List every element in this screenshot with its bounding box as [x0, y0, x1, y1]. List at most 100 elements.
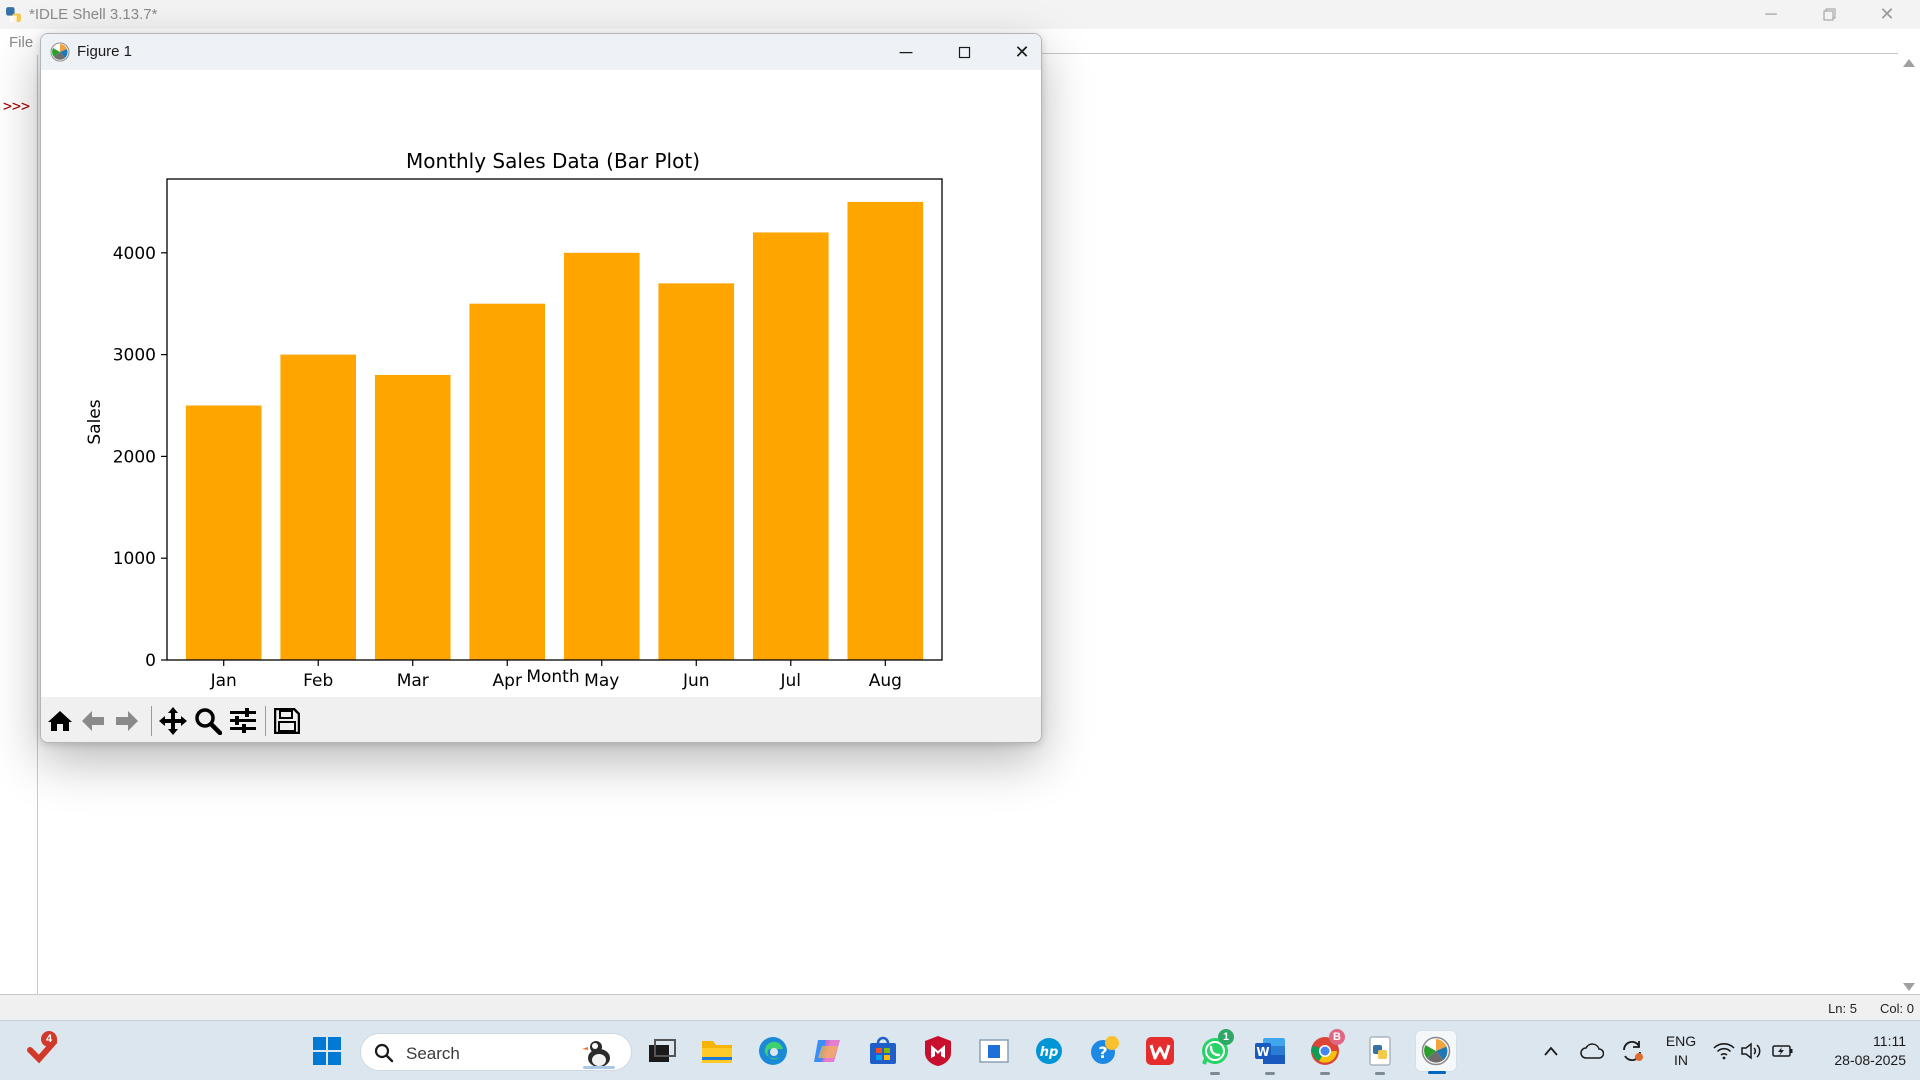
- pan-icon: [159, 707, 187, 735]
- x-tick-label: Aug: [869, 671, 902, 691]
- chrome-button[interactable]: B: [1307, 1029, 1345, 1075]
- configure-subplots-icon: [230, 708, 256, 733]
- idle-window-title: *IDLE Shell 3.13.7*: [29, 6, 158, 23]
- minimize-button[interactable]: ─: [1742, 0, 1800, 29]
- chevron-up-icon: [1544, 1046, 1558, 1056]
- sync-icon: [1623, 1040, 1643, 1062]
- volume-icon: [1741, 1042, 1761, 1060]
- chart-title: Monthly Sales Data (Bar Plot): [406, 149, 700, 173]
- clock-date: 28-08-2025: [1834, 1052, 1906, 1068]
- word-button[interactable]: W: [1252, 1033, 1288, 1075]
- figure-maximize-button[interactable]: [935, 34, 993, 70]
- menu-file[interactable]: File: [9, 34, 33, 51]
- clock[interactable]: 11:11 28-08-2025: [1810, 1031, 1906, 1071]
- bar-chart: Monthly Sales Data (Bar Plot) 0 1000 2000 3…: [85, 149, 943, 691]
- show-hidden-icons-button[interactable]: [1536, 1033, 1566, 1069]
- svg-text:W: W: [1256, 1045, 1269, 1059]
- forward-button[interactable]: [112, 706, 142, 736]
- pan-button[interactable]: [158, 706, 188, 736]
- figure-close-button[interactable]: ✕: [993, 34, 1041, 70]
- matplotlib-icon: [1421, 1036, 1451, 1066]
- taskbar: 4 Search hp ? 1 W B ENG IN 11:11 28-08-2…: [0, 1020, 1920, 1080]
- edge-browser-button[interactable]: [755, 1033, 791, 1069]
- search-placeholder: Search: [406, 1044, 460, 1063]
- figure-titlebar[interactable]: Figure 1 ─ ✕: [41, 34, 1041, 70]
- y-tick-label: 0: [145, 651, 156, 671]
- security-app-button[interactable]: 4: [24, 1031, 60, 1069]
- x-axis-label: Month: [526, 667, 579, 687]
- copilot-button[interactable]: [810, 1033, 846, 1069]
- sync-button[interactable]: [1616, 1033, 1648, 1069]
- save-icon: [274, 708, 300, 734]
- copilot-icon: [814, 1040, 840, 1062]
- home-button[interactable]: [45, 706, 75, 736]
- y-tick-label: 1000: [113, 549, 156, 569]
- whatsapp-button[interactable]: 1: [1197, 1029, 1234, 1075]
- toolbar-separator: [151, 706, 152, 736]
- restore-icon: [1823, 8, 1835, 21]
- onedrive-button[interactable]: [1576, 1033, 1608, 1069]
- windows-logo-icon: [313, 1037, 341, 1065]
- cloud-icon: [1580, 1043, 1604, 1059]
- wifi-icon: [1713, 1043, 1735, 1060]
- language-indicator[interactable]: ENG IN: [1660, 1031, 1702, 1071]
- menu-divider: [1040, 53, 1898, 54]
- bar-aug: [847, 201, 924, 660]
- figure-minimize-button[interactable]: ─: [877, 34, 935, 70]
- notification-badge: 4: [41, 1031, 57, 1047]
- scroll-up-icon[interactable]: [1903, 59, 1915, 67]
- microsoft-store-button[interactable]: [865, 1033, 901, 1069]
- network-volume-battery-button[interactable]: [1712, 1033, 1796, 1069]
- running-indicator: [1265, 1072, 1275, 1075]
- task-view-icon: [649, 1039, 676, 1062]
- bar-apr: [469, 303, 546, 660]
- figure-toolbar: [41, 697, 1041, 742]
- bar-mar: [374, 374, 451, 660]
- wps-icon: [1146, 1037, 1174, 1065]
- language-code: ENG: [1665, 1033, 1697, 1049]
- clock-time: 11:11: [1873, 1033, 1906, 1049]
- bar-may: [563, 252, 640, 660]
- start-button[interactable]: [309, 1033, 345, 1069]
- wps-office-button[interactable]: [1142, 1033, 1178, 1069]
- matplotlib-figure-button[interactable]: [1415, 1030, 1457, 1074]
- help-button[interactable]: ?: [1087, 1033, 1123, 1069]
- puffin-illustration-icon: [582, 1041, 615, 1069]
- figure-window[interactable]: Figure 1 ─ ✕ Monthly Sales Data (Bar Plo…: [40, 33, 1042, 743]
- close-button[interactable]: ✕: [1858, 0, 1916, 29]
- scroll-down-icon[interactable]: [1903, 983, 1915, 991]
- status-column-number: Col: 0: [1880, 1001, 1914, 1016]
- python-idle-button[interactable]: [1362, 1033, 1398, 1075]
- whatsapp-badge: 1: [1218, 1029, 1234, 1045]
- running-indicator: [1210, 1072, 1220, 1075]
- region-code: IN: [1674, 1052, 1688, 1068]
- store-icon: [870, 1036, 896, 1064]
- close-icon: ✕: [1014, 41, 1030, 62]
- help-icon: ?: [1091, 1036, 1119, 1064]
- figure-canvas[interactable]: Monthly Sales Data (Bar Plot) 0 1000 2000 3…: [41, 70, 1041, 697]
- task-view-button[interactable]: [644, 1033, 680, 1069]
- shell-prompt: >>>: [3, 97, 31, 115]
- configure-subplots-button[interactable]: [228, 706, 258, 736]
- svg-text:hp: hp: [1040, 1045, 1059, 1060]
- restore-button[interactable]: [1800, 0, 1858, 29]
- x-tick-label: May: [584, 671, 619, 691]
- back-button[interactable]: [78, 706, 108, 736]
- x-tick-label: Jul: [780, 671, 802, 691]
- zoom-button[interactable]: [193, 706, 223, 736]
- mcafee-shield-icon: [925, 1036, 951, 1066]
- y-tick-label: 2000: [113, 447, 156, 467]
- svg-text:?: ?: [1098, 1043, 1107, 1062]
- bar-jan: [185, 405, 262, 660]
- chrome-profile-badge: B: [1329, 1029, 1345, 1045]
- app-window-button[interactable]: [976, 1033, 1012, 1069]
- save-button[interactable]: [272, 706, 302, 736]
- mcafee-button[interactable]: [920, 1033, 956, 1069]
- hp-button[interactable]: hp: [1031, 1033, 1067, 1069]
- taskbar-search-box[interactable]: Search: [360, 1033, 632, 1071]
- matplotlib-icon: [50, 42, 70, 62]
- folder-icon: [702, 1041, 732, 1063]
- file-explorer-button[interactable]: [699, 1033, 735, 1069]
- vertical-scrollbar[interactable]: [1898, 55, 1920, 995]
- bar-feb: [280, 354, 357, 660]
